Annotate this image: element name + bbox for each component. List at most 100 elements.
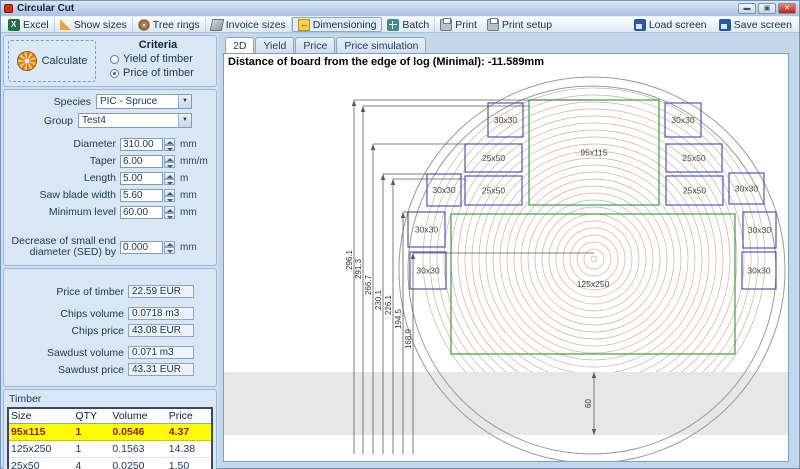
table-header[interactable]: Size xyxy=(8,408,73,424)
spinner[interactable] xyxy=(164,155,175,168)
board-label: 25x50 xyxy=(682,153,705,163)
species-select[interactable]: PIC - Spruce ▼ xyxy=(96,94,192,109)
toolbar-excel-button[interactable]: Excel xyxy=(3,17,55,32)
toolbar-print-setup-button[interactable]: Print setup xyxy=(482,17,557,32)
field-row-0: Diameter310.00mm xyxy=(8,138,212,151)
field-row-3: Saw blade width5.60mm xyxy=(8,189,212,202)
field-row-1: Taper6.00 mm/m xyxy=(8,155,212,168)
table-cell: 1.50 xyxy=(167,458,212,469)
board-label: 30x30 xyxy=(735,184,758,194)
table-header[interactable]: QTY xyxy=(73,408,110,424)
table-cell: 0.1563 xyxy=(110,441,166,458)
saw-blade-icon xyxy=(17,51,37,71)
spinner[interactable] xyxy=(164,189,175,202)
maximize-button[interactable]: ▣ xyxy=(758,3,776,14)
field-label: Saw blade width xyxy=(8,190,120,201)
dim-label: 266.7 xyxy=(364,274,373,295)
sidebar: Calculate Criteria Yield of timber Price… xyxy=(1,34,219,465)
total-label: Price of timber xyxy=(8,286,128,298)
table-header[interactable]: Volume xyxy=(110,408,166,424)
radio-icon[interactable] xyxy=(110,55,119,64)
batch-grid-icon xyxy=(387,19,399,31)
load-screen-button[interactable]: Load screen xyxy=(629,17,712,32)
tab-yield[interactable]: Yield xyxy=(255,37,294,53)
toolbar-invoice-sizes-button[interactable]: Invoice sizes xyxy=(206,17,292,32)
tab-price-simulation[interactable]: Price simulation xyxy=(336,37,426,53)
table-row[interactable]: 125x25010.156314.38 xyxy=(8,441,212,458)
table-cell: 14.38 xyxy=(167,441,212,458)
total-label: Chips price xyxy=(8,325,128,337)
field-input[interactable]: 0.000 xyxy=(120,241,163,254)
spin-down-icon[interactable] xyxy=(164,162,175,169)
total-value: 22.59 EUR xyxy=(128,285,194,298)
toolbar-dimensioning-button[interactable]: Dimensioning xyxy=(292,17,383,32)
total-label: Sawdust volume xyxy=(8,347,128,359)
dimensioning-icon xyxy=(298,19,310,31)
toolbar-tree-rings-button[interactable]: Tree rings xyxy=(133,17,206,32)
radio-yield-of-timber[interactable]: Yield of timber xyxy=(110,53,216,65)
table-cell: 4.37 xyxy=(167,424,212,441)
total-label: Chips volume xyxy=(8,308,128,320)
toolbar-print-button[interactable]: Print xyxy=(435,17,482,32)
app-icon xyxy=(4,4,13,13)
field-input[interactable]: 310.00 xyxy=(120,138,163,151)
chevron-down-icon[interactable]: ▼ xyxy=(178,95,191,108)
radio-price-of-timber[interactable]: Price of timber xyxy=(110,67,216,79)
field-unit: m xyxy=(175,173,188,184)
field-input[interactable]: 60.00 xyxy=(120,206,163,219)
field-input[interactable]: 5.00 xyxy=(120,172,163,185)
table-row[interactable]: 95x11510.05464.37 xyxy=(8,424,212,441)
dim-label: 230.1 xyxy=(374,289,383,310)
toolbar-batch-button[interactable]: Batch xyxy=(382,17,435,32)
table-cell: 1 xyxy=(73,424,110,441)
board-label: 25x50 xyxy=(482,186,505,196)
table-cell: 25x50 xyxy=(8,458,73,469)
board-label: 30x30 xyxy=(432,185,455,195)
radio-selected-icon[interactable] xyxy=(110,69,119,78)
spinner[interactable] xyxy=(164,206,175,219)
excel-icon xyxy=(8,19,20,31)
total-row-3: Chips price43.08 EUR xyxy=(8,324,212,337)
spin-down-icon[interactable] xyxy=(164,145,175,152)
field-input[interactable]: 6.00 xyxy=(120,155,163,168)
field-unit: mm xyxy=(175,139,197,150)
board-label: 30x30 xyxy=(416,266,439,276)
spinner[interactable] xyxy=(164,241,175,254)
spinner[interactable] xyxy=(164,138,175,151)
board-label: 30x30 xyxy=(494,115,517,125)
waste-band xyxy=(224,372,788,435)
spin-down-icon[interactable] xyxy=(164,213,175,220)
calculate-label: Calculate xyxy=(42,55,88,67)
table-header[interactable]: Price xyxy=(167,408,212,424)
field-input[interactable]: 5.60 xyxy=(120,189,163,202)
field-unit: mm/m xyxy=(175,156,208,167)
total-value: 0.071 m3 xyxy=(128,346,194,359)
tab-2d[interactable]: 2D xyxy=(225,37,254,53)
field-label: Taper xyxy=(8,156,120,167)
spin-down-icon[interactable] xyxy=(164,196,175,203)
board-label: 25x50 xyxy=(482,153,505,163)
ruler-triangle-icon xyxy=(60,19,71,30)
dim-arrow-icon xyxy=(352,100,356,106)
save-screen-button[interactable]: Save screen xyxy=(714,17,797,32)
calculate-button[interactable]: Calculate xyxy=(8,40,96,82)
dim-arrow-icon xyxy=(411,253,415,259)
close-button[interactable]: ✕ xyxy=(778,3,796,14)
group-label: Group xyxy=(8,115,78,127)
spinner[interactable] xyxy=(164,172,175,185)
printer-setup-icon xyxy=(487,19,499,31)
spin-down-icon[interactable] xyxy=(164,247,175,254)
chevron-down-icon[interactable]: ▼ xyxy=(178,114,191,127)
tree-rings-icon xyxy=(138,19,150,31)
field-label: Minimum level xyxy=(8,207,120,218)
table-row[interactable]: 25x5040.02501.50 xyxy=(8,458,212,469)
tab-price[interactable]: Price xyxy=(295,37,335,53)
field-unit: mm xyxy=(175,242,197,253)
group-select[interactable]: Test4 ▼ xyxy=(78,113,192,128)
minimize-button[interactable]: ▬ xyxy=(738,3,756,14)
toolbar-show-sizes-button[interactable]: Show sizes xyxy=(55,17,133,32)
total-value: 43.08 EUR xyxy=(128,324,194,337)
app-window: Circular Cut ▬ ▣ ✕ Excel Show sizes Tree… xyxy=(0,0,800,469)
table-cell: 1 xyxy=(73,441,110,458)
spin-down-icon[interactable] xyxy=(164,179,175,186)
